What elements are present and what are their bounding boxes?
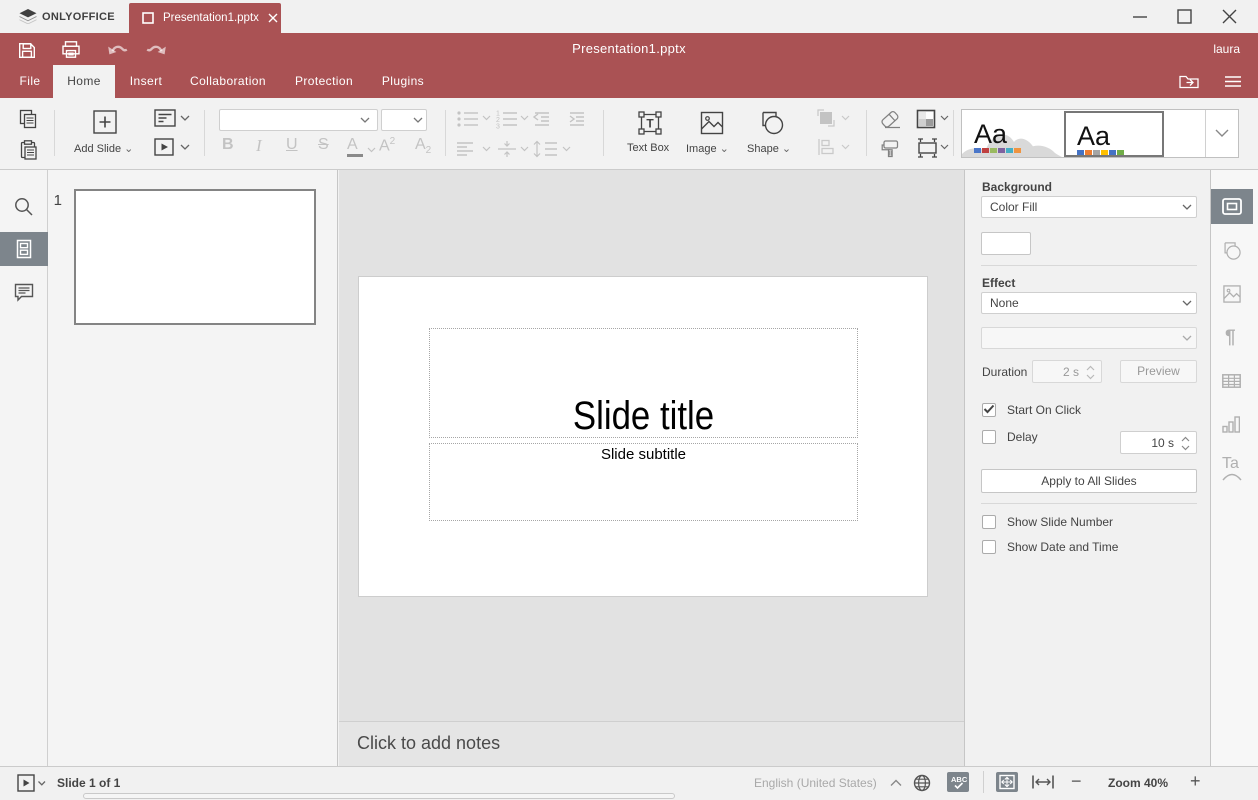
svg-text:Aa: Aa	[974, 119, 1008, 149]
svg-text:ABC: ABC	[951, 775, 968, 784]
svg-text:3: 3	[496, 124, 500, 131]
svg-text:Aa: Aa	[1077, 121, 1111, 151]
svg-text:T: T	[646, 117, 654, 131]
